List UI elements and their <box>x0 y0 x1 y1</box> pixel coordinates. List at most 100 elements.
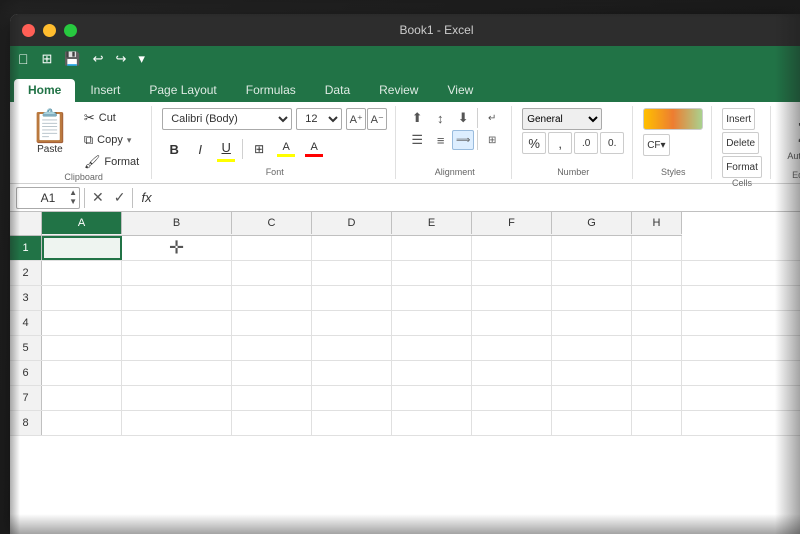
cell-H5[interactable] <box>632 336 682 360</box>
font-name-select[interactable]: Calibri (Body) <box>162 108 292 130</box>
cell-E1[interactable] <box>392 236 472 260</box>
cell-B1[interactable]: ✛ <box>122 236 232 260</box>
row-num-2[interactable]: 2 <box>10 261 42 285</box>
cell-D8[interactable] <box>312 411 392 435</box>
cell-F6[interactable] <box>472 361 552 385</box>
insert-cells-button[interactable]: Insert <box>722 108 755 130</box>
increase-font-size-button[interactable]: A⁺ <box>346 108 366 130</box>
cell-C7[interactable] <box>232 386 312 410</box>
cell-G4[interactable] <box>552 311 632 335</box>
align-center-button[interactable]: ≡ <box>429 130 451 150</box>
fx-symbol[interactable]: fx <box>137 190 155 205</box>
row-num-4[interactable]: 4 <box>10 311 42 335</box>
cell-E3[interactable] <box>392 286 472 310</box>
cell-styles-preview[interactable] <box>643 108 703 130</box>
cell-B4[interactable] <box>122 311 232 335</box>
cell-F5[interactable] <box>472 336 552 360</box>
formula-input[interactable] <box>160 187 794 209</box>
format-painter-button[interactable]: 🖌 Format <box>80 152 143 172</box>
cell-B8[interactable] <box>122 411 232 435</box>
increase-decimal-button[interactable]: .0 <box>574 132 598 154</box>
cell-A7[interactable] <box>42 386 122 410</box>
col-header-D[interactable]: D <box>312 212 392 234</box>
tab-data[interactable]: Data <box>311 79 364 102</box>
font-color-button[interactable]: A <box>301 138 327 160</box>
format-cells-button[interactable]: Format <box>722 156 762 178</box>
row-num-1[interactable]: 1 <box>10 236 42 260</box>
col-header-A[interactable]: A <box>42 212 122 234</box>
cell-A1[interactable] <box>42 236 122 260</box>
border-button[interactable]: ⊞ <box>247 138 271 160</box>
confirm-formula-button[interactable]: ✓ <box>111 187 129 208</box>
cell-G8[interactable] <box>552 411 632 435</box>
col-header-E[interactable]: E <box>392 212 472 234</box>
comma-button[interactable]: , <box>548 132 572 154</box>
cell-C8[interactable] <box>232 411 312 435</box>
cell-C6[interactable] <box>232 361 312 385</box>
cell-E8[interactable] <box>392 411 472 435</box>
cell-A2[interactable] <box>42 261 122 285</box>
tab-home[interactable]: Home <box>14 79 75 102</box>
row-num-7[interactable]: 7 <box>10 386 42 410</box>
cell-B2[interactable] <box>122 261 232 285</box>
save-icon[interactable]: 💾 <box>61 49 83 69</box>
cell-C5[interactable] <box>232 336 312 360</box>
cell-F8[interactable] <box>472 411 552 435</box>
number-format-select[interactable]: General Number Currency Accounting Date … <box>522 108 602 130</box>
align-left-button[interactable]: ☰ <box>406 130 428 150</box>
col-header-B[interactable]: B <box>122 212 232 234</box>
cut-button[interactable]: ✂ Cut <box>80 108 143 128</box>
merge-cells-button[interactable]: ⊞ <box>481 130 503 150</box>
row-num-8[interactable]: 8 <box>10 411 42 435</box>
delete-cells-button[interactable]: Delete <box>722 132 759 154</box>
cell-A5[interactable] <box>42 336 122 360</box>
cell-D7[interactable] <box>312 386 392 410</box>
cell-B7[interactable] <box>122 386 232 410</box>
cell-C4[interactable] <box>232 311 312 335</box>
cell-F7[interactable] <box>472 386 552 410</box>
cell-G6[interactable] <box>552 361 632 385</box>
cell-H7[interactable] <box>632 386 682 410</box>
minimize-button[interactable] <box>43 24 56 37</box>
tab-insert[interactable]: Insert <box>76 79 134 102</box>
qat-dropdown-icon[interactable]: ▾ <box>135 49 148 69</box>
col-header-H[interactable]: H <box>632 212 682 234</box>
row-num-3[interactable]: 3 <box>10 286 42 310</box>
cell-A8[interactable] <box>42 411 122 435</box>
align-right-button[interactable]: ⟹ <box>452 130 474 150</box>
cell-G2[interactable] <box>552 261 632 285</box>
cell-G1[interactable] <box>552 236 632 260</box>
tab-review[interactable]: Review <box>365 79 432 102</box>
cell-E4[interactable] <box>392 311 472 335</box>
row-num-5[interactable]: 5 <box>10 336 42 360</box>
conditional-format-button[interactable]: CF▾ <box>643 134 669 156</box>
col-header-F[interactable]: F <box>472 212 552 234</box>
cell-C3[interactable] <box>232 286 312 310</box>
cell-G5[interactable] <box>552 336 632 360</box>
fill-color-button[interactable]: A <box>273 138 299 160</box>
maximize-button[interactable] <box>64 24 77 37</box>
tab-view[interactable]: View <box>433 79 487 102</box>
close-button[interactable] <box>22 24 35 37</box>
paste-button[interactable]: 📋 Paste <box>24 108 76 157</box>
cell-A6[interactable] <box>42 361 122 385</box>
undo-icon[interactable]: ↩ <box>90 49 107 69</box>
copy-button[interactable]: ⧉ Copy ▾ <box>80 130 143 150</box>
align-top-button[interactable]: ⬆ <box>406 108 428 128</box>
percent-button[interactable]: % <box>522 132 546 154</box>
cell-D6[interactable] <box>312 361 392 385</box>
cell-H6[interactable] <box>632 361 682 385</box>
tab-formulas[interactable]: Formulas <box>232 79 310 102</box>
cell-B5[interactable] <box>122 336 232 360</box>
cell-reference-box[interactable]: A1 ▲ ▼ <box>16 187 80 209</box>
redo-icon[interactable]: ↪ <box>113 49 130 69</box>
cell-D5[interactable] <box>312 336 392 360</box>
cell-B6[interactable] <box>122 361 232 385</box>
cell-F3[interactable] <box>472 286 552 310</box>
cell-H1[interactable] <box>632 236 682 260</box>
cell-D4[interactable] <box>312 311 392 335</box>
col-header-G[interactable]: G <box>552 212 632 234</box>
cell-D2[interactable] <box>312 261 392 285</box>
decrease-font-size-button[interactable]: A⁻ <box>367 108 387 130</box>
cell-A4[interactable] <box>42 311 122 335</box>
